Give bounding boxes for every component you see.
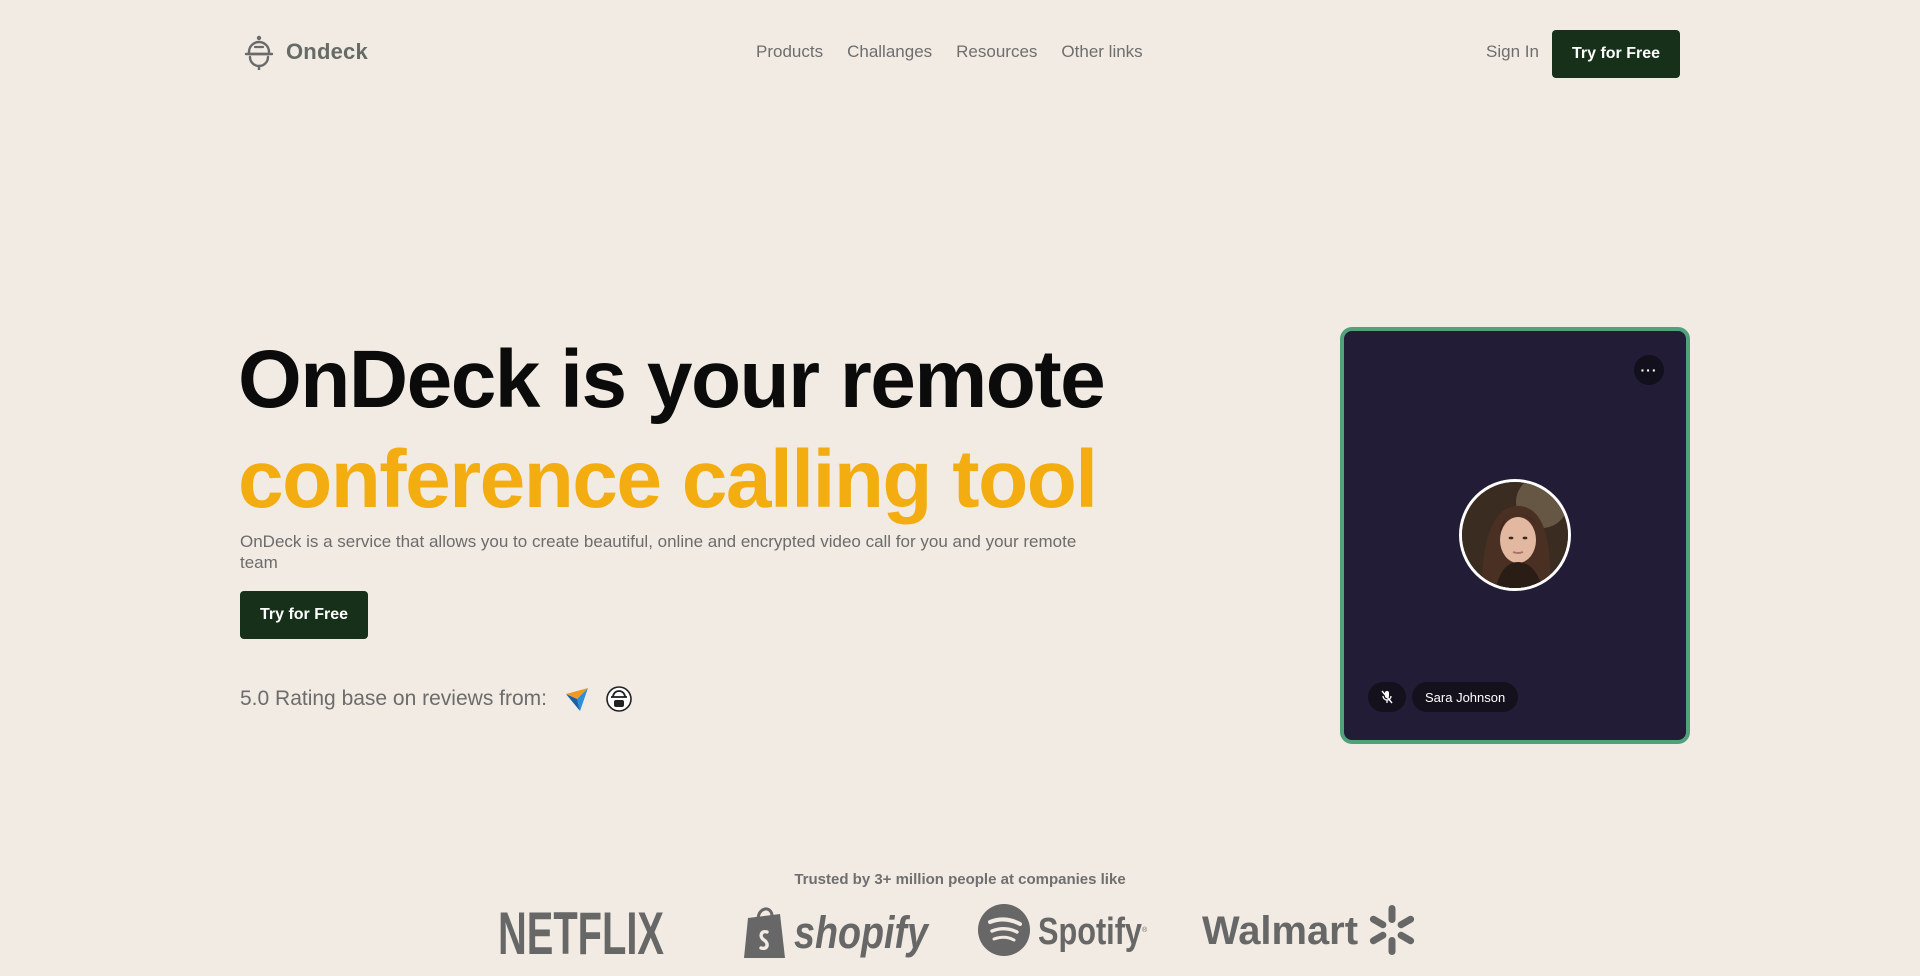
nav-link-challanges[interactable]: Challanges xyxy=(847,42,932,62)
video-call-card: ··· Sara Johnson xyxy=(1340,327,1690,744)
netflix-logo-icon: NETFLIX xyxy=(498,900,664,967)
shopify-logo-text: shopify xyxy=(794,907,930,958)
hero-try-free-button[interactable]: Try for Free xyxy=(240,591,368,639)
shopify-logo-icon: shopify xyxy=(742,900,930,960)
microphone-icon xyxy=(242,32,276,72)
rating-row: 5.0 Rating base on reviews from: xyxy=(240,685,633,713)
rating-text: 5.0 Rating base on reviews from: xyxy=(240,687,547,710)
brand-logo[interactable]: Ondeck xyxy=(242,32,368,72)
sign-in-link[interactable]: Sign In xyxy=(1486,42,1539,62)
trusted-by-text: Trusted by 3+ million people at companie… xyxy=(794,871,1126,888)
netflix-logo-text: NETFLIX xyxy=(498,900,664,960)
call-controls: Sara Johnson xyxy=(1368,682,1519,712)
review-site-logo-icon[interactable] xyxy=(563,685,591,713)
walmart-logo-icon: Walmart xyxy=(1202,900,1420,960)
header-try-free-button[interactable]: Try for Free xyxy=(1552,30,1680,78)
nav-link-products[interactable]: Products xyxy=(756,42,823,62)
spotify-logo-text: Spotify xyxy=(1038,911,1142,953)
hero-title-line-2: conference calling tool xyxy=(238,434,1098,525)
nav-link-other-links[interactable]: Other links xyxy=(1061,42,1142,62)
main-nav: Products Challanges Resources Other link… xyxy=(756,42,1143,62)
svg-text:®: ® xyxy=(1142,926,1148,934)
mic-muted-icon[interactable] xyxy=(1368,682,1406,712)
nav-link-resources[interactable]: Resources xyxy=(956,42,1037,62)
site-header: Ondeck Products Challanges Resources Oth… xyxy=(0,0,1920,108)
hero-subtitle: OnDeck is a service that allows you to c… xyxy=(240,532,1077,572)
company-logos: NETFLIX shopify Spotify ® Walmart xyxy=(0,900,1920,967)
spotify-logo-icon: Spotify ® xyxy=(978,900,1150,960)
walmart-logo-text: Walmart xyxy=(1202,909,1358,953)
more-options-icon[interactable]: ··· xyxy=(1634,355,1664,385)
review-badge-logo-icon[interactable] xyxy=(605,685,633,713)
participant-name-badge: Sara Johnson xyxy=(1412,682,1519,712)
hero-title: OnDeck is your remote conference calling… xyxy=(238,330,1106,530)
hero-title-line-1: OnDeck is your remote xyxy=(238,334,1106,425)
participant-avatar xyxy=(1459,479,1571,591)
brand-name: Ondeck xyxy=(286,39,368,64)
